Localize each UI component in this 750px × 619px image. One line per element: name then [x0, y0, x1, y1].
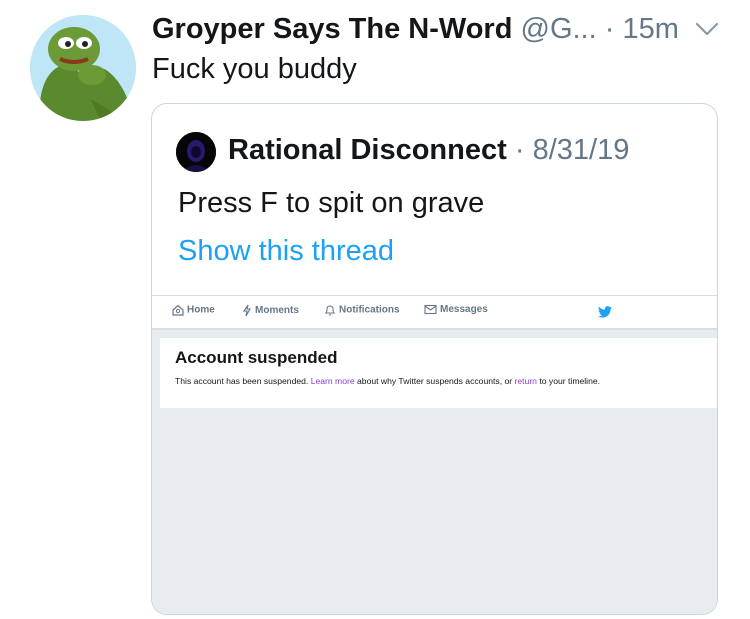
mail-icon — [424, 304, 437, 315]
attached-screenshot[interactable]: Home Moments Notifications Messages Acco… — [152, 295, 717, 614]
separator-dot: · — [514, 134, 525, 166]
quoted-text: Press F to spit on grave — [178, 187, 485, 219]
chevron-down-icon[interactable] — [694, 20, 720, 38]
home-icon — [172, 304, 184, 316]
tweet-text: Fuck you buddy — [152, 53, 357, 85]
show-thread-link[interactable]: Show this thread — [178, 232, 394, 270]
moments-icon — [242, 304, 251, 317]
frog-avatar-icon — [30, 15, 136, 121]
hooded-figure-icon — [176, 132, 216, 172]
nav-notifications: Notifications — [324, 304, 400, 316]
timestamp[interactable]: 15m — [622, 13, 678, 45]
bell-icon — [324, 305, 336, 316]
tweet-header: Groyper Says The N-Word @G... · 15m — [152, 10, 679, 48]
suspended-text-after: to your timeline. — [536, 376, 601, 386]
return-link: return — [514, 376, 537, 386]
separator-dot: · — [604, 13, 615, 45]
suspended-text-before: This account has been suspended. — [175, 376, 311, 386]
quoted-tweet[interactable]: Rational Disconnect · 8/31/19 Press F to… — [151, 103, 718, 615]
quoted-display-name[interactable]: Rational Disconnect — [228, 134, 507, 166]
quoted-date[interactable]: 8/31/19 — [533, 134, 630, 166]
screenshot-navbar: Home Moments Notifications Messages — [152, 296, 717, 330]
nav-messages-label: Messages — [440, 304, 488, 316]
twitter-bird-icon — [598, 305, 612, 323]
nav-home-label: Home — [187, 304, 215, 316]
suspended-text-middle: about why Twitter suspends accounts, or — [354, 376, 515, 386]
avatar[interactable] — [30, 15, 136, 121]
suspended-message: This account has been suspended. Learn m… — [175, 376, 600, 386]
learn-more-link: Learn more — [310, 376, 355, 386]
nav-home: Home — [172, 304, 215, 316]
handle[interactable]: @G... — [521, 13, 597, 45]
quoted-header: Rational Disconnect · 8/31/19 — [228, 131, 629, 169]
suspended-title: Account suspended — [175, 348, 338, 367]
nav-moments-label: Moments — [255, 305, 299, 317]
nav-messages: Messages — [424, 304, 488, 315]
nav-notifications-label: Notifications — [339, 304, 400, 316]
quoted-avatar[interactable] — [176, 132, 216, 172]
display-name[interactable]: Groyper Says The N-Word — [152, 13, 512, 45]
suspended-notice: Account suspended This account has been … — [160, 338, 717, 408]
nav-moments: Moments — [242, 304, 299, 317]
